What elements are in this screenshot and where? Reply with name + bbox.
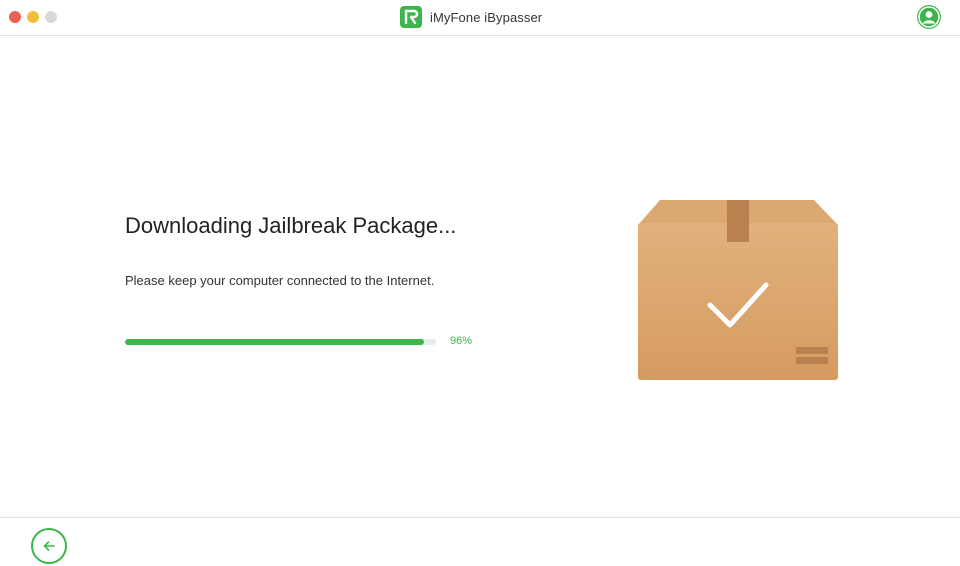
instruction-text: Please keep your computer connected to t… — [125, 273, 435, 288]
page-title: Downloading Jailbreak Package... — [125, 213, 457, 238]
back-button[interactable] — [31, 528, 67, 564]
download-progress-fill — [125, 339, 424, 345]
package-box-checkmark-icon — [638, 200, 838, 380]
user-icon — [918, 6, 940, 28]
footer-bar — [0, 517, 960, 566]
app-logo-icon — [400, 6, 422, 28]
window-close-button[interactable] — [9, 11, 21, 23]
app-title-group: iMyFone iBypasser — [400, 5, 542, 29]
main-content: Downloading Jailbreak Package... Please … — [0, 37, 960, 517]
progress-percentage: 96% — [450, 335, 473, 347]
app-title: iMyFone iBypasser — [430, 9, 543, 25]
download-progress-bar — [125, 339, 436, 345]
title-bar: iMyFone iBypasser — [0, 0, 960, 36]
arrow-left-icon — [43, 541, 55, 551]
window-maximize-button[interactable] — [45, 11, 57, 23]
window-minimize-button[interactable] — [27, 11, 39, 23]
account-button[interactable] — [917, 5, 941, 29]
